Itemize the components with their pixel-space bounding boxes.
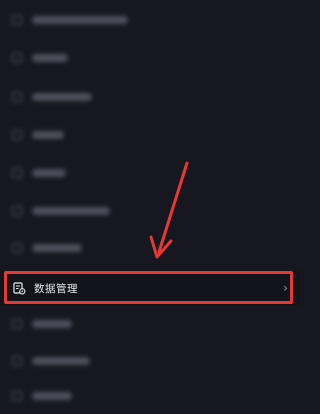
annotation-arrow <box>149 161 189 259</box>
